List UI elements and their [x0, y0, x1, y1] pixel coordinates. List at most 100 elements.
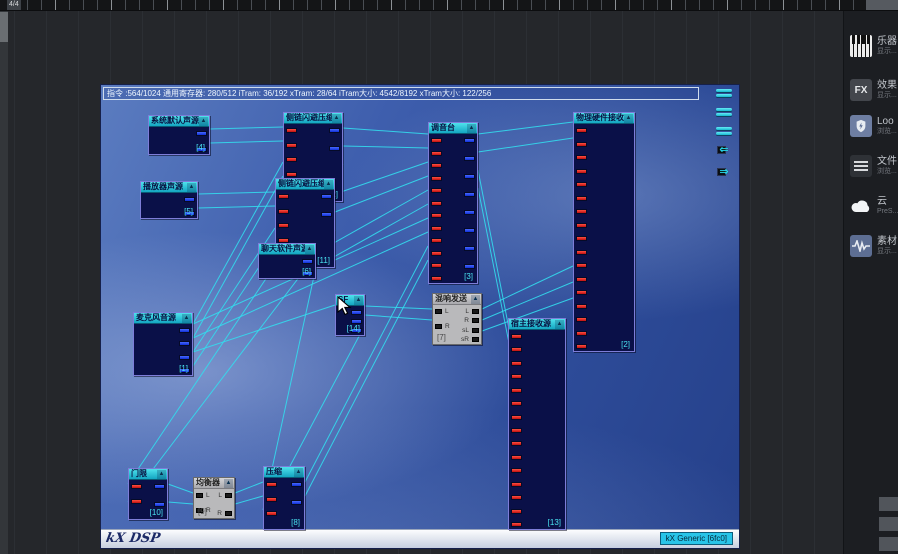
output-port[interactable] [154, 502, 165, 507]
input-port[interactable] [266, 482, 277, 487]
collapsed-module-icon[interactable] [716, 108, 732, 118]
output-port[interactable] [464, 138, 475, 143]
input-port[interactable] [511, 481, 522, 487]
output-port[interactable] [472, 337, 479, 342]
output-port[interactable] [154, 484, 165, 489]
sidebar-item-cloud[interactable]: 云 PreS... [850, 193, 898, 219]
input-port[interactable] [431, 150, 442, 156]
output-port[interactable] [464, 156, 475, 161]
output-port[interactable] [196, 131, 207, 136]
node-title-bar[interactable]: 宿主接收源 ▲ [509, 319, 565, 330]
sidebar-item-fx[interactable]: FX 效果 显示... [850, 77, 898, 103]
input-port[interactable] [435, 323, 442, 329]
input-port[interactable] [431, 250, 442, 256]
output-port[interactable] [302, 259, 313, 264]
node-title-bar[interactable]: 播放器声源 ▲ [141, 182, 197, 193]
input-port[interactable] [576, 195, 587, 201]
output-port[interactable] [464, 192, 475, 197]
node-title-bar[interactable]: 麦克风音源 ▲ [134, 313, 192, 324]
node-title-bar[interactable]: 调音台 ▲ [429, 123, 477, 134]
output-port[interactable] [464, 174, 475, 179]
collapse-button[interactable]: ▲ [332, 113, 341, 123]
collapsed-module-icon[interactable] [716, 127, 732, 137]
input-port[interactable] [576, 303, 587, 309]
output-port[interactable] [179, 328, 190, 333]
collapse-button[interactable]: ▲ [555, 319, 564, 329]
input-port[interactable] [431, 238, 442, 244]
input-port[interactable] [511, 334, 522, 339]
input-port[interactable] [431, 225, 442, 231]
node-title-bar[interactable]: 侧链闪避压缩 ▲ [276, 179, 334, 190]
input-port[interactable] [576, 209, 587, 214]
input-port[interactable] [511, 360, 522, 366]
timeline-ruler[interactable]: 4/4 [0, 0, 898, 11]
input-port[interactable] [576, 236, 587, 241]
node-gate[interactable]: 门限 ▲ [10] [128, 468, 168, 520]
input-port[interactable] [576, 290, 587, 295]
sidebar-mini-button[interactable] [879, 497, 898, 511]
input-port[interactable] [576, 249, 587, 255]
input-port[interactable] [286, 128, 297, 133]
input-port[interactable] [511, 468, 522, 474]
input-port[interactable] [431, 175, 442, 181]
sidebar-item-loops[interactable]: Loo 浏览... [850, 113, 898, 139]
output-port[interactable] [179, 341, 190, 347]
input-port[interactable] [431, 163, 442, 169]
sidebar-mini-button[interactable] [879, 517, 898, 531]
node-reverb-send[interactable]: 混响发送 ▲ L R L RsL sR [7] [432, 293, 482, 345]
collapse-button[interactable]: ▲ [354, 295, 363, 305]
collapse-button[interactable]: ▲ [467, 123, 476, 133]
input-port[interactable] [286, 157, 297, 162]
input-port[interactable] [511, 495, 522, 501]
collapse-button[interactable]: ▲ [157, 469, 166, 479]
node-equalizer[interactable]: 均衡器 ▲ L R L R [9] [193, 477, 235, 519]
input-port[interactable] [576, 182, 587, 187]
node-title-bar[interactable]: 物理硬件接收 ▲ [574, 113, 634, 124]
input-port[interactable] [511, 508, 522, 514]
input-port[interactable] [511, 387, 522, 393]
collapse-button[interactable]: ▲ [294, 467, 303, 477]
input-port[interactable] [278, 237, 289, 243]
input-port[interactable] [266, 511, 277, 516]
input-port[interactable] [431, 188, 442, 194]
node-title-bar[interactable]: 系统默认声源 ▲ [149, 116, 209, 127]
collapse-button[interactable]: ▲ [224, 478, 233, 488]
node-host-receive-source[interactable]: 宿主接收源 ▲ [13] [508, 318, 566, 530]
output-port[interactable] [225, 511, 232, 516]
input-port[interactable] [576, 155, 587, 160]
sidebar-item-piano[interactable]: 乐器 显示... [850, 33, 898, 59]
input-port[interactable] [286, 142, 297, 148]
input-port[interactable] [576, 344, 587, 349]
node-chat-app-source[interactable]: 聊天软件声源 ▲ [6] [258, 243, 316, 279]
input-port[interactable] [435, 309, 442, 314]
node-compressor[interactable]: 压缩 ▲ [8] [263, 466, 305, 530]
node-title-bar[interactable]: 均衡器 ▲ [194, 478, 234, 489]
input-port[interactable] [511, 441, 522, 447]
input-port[interactable] [266, 496, 277, 502]
collapsed-module-icon[interactable] [716, 89, 732, 99]
input-port[interactable] [576, 263, 587, 268]
input-port[interactable] [576, 317, 587, 322]
input-port[interactable] [576, 141, 587, 147]
input-port[interactable] [511, 454, 522, 460]
input-port[interactable] [278, 194, 289, 199]
collapse-button[interactable]: ▲ [471, 294, 480, 304]
route-in-icon[interactable]: ⇐ [715, 144, 733, 159]
output-port[interactable] [291, 500, 302, 505]
input-port[interactable] [431, 276, 442, 281]
input-port[interactable] [576, 128, 587, 133]
input-port[interactable] [431, 213, 442, 219]
output-port[interactable] [321, 194, 332, 199]
input-port[interactable] [278, 208, 289, 214]
node-system-default-source[interactable]: 系统默认声源 ▲ [4] [148, 115, 210, 155]
collapse-button[interactable]: ▲ [187, 182, 196, 192]
collapse-button[interactable]: ▲ [305, 244, 314, 254]
ruler-scrollbar[interactable] [866, 0, 898, 10]
node-title-bar[interactable]: 压缩 ▲ [264, 467, 304, 478]
node-player-source[interactable]: 播放器声源 ▲ [5] [140, 181, 198, 219]
output-port[interactable] [225, 493, 232, 498]
output-port[interactable] [472, 309, 479, 314]
input-port[interactable] [511, 401, 522, 407]
input-port[interactable] [576, 276, 587, 282]
input-port[interactable] [511, 428, 522, 433]
